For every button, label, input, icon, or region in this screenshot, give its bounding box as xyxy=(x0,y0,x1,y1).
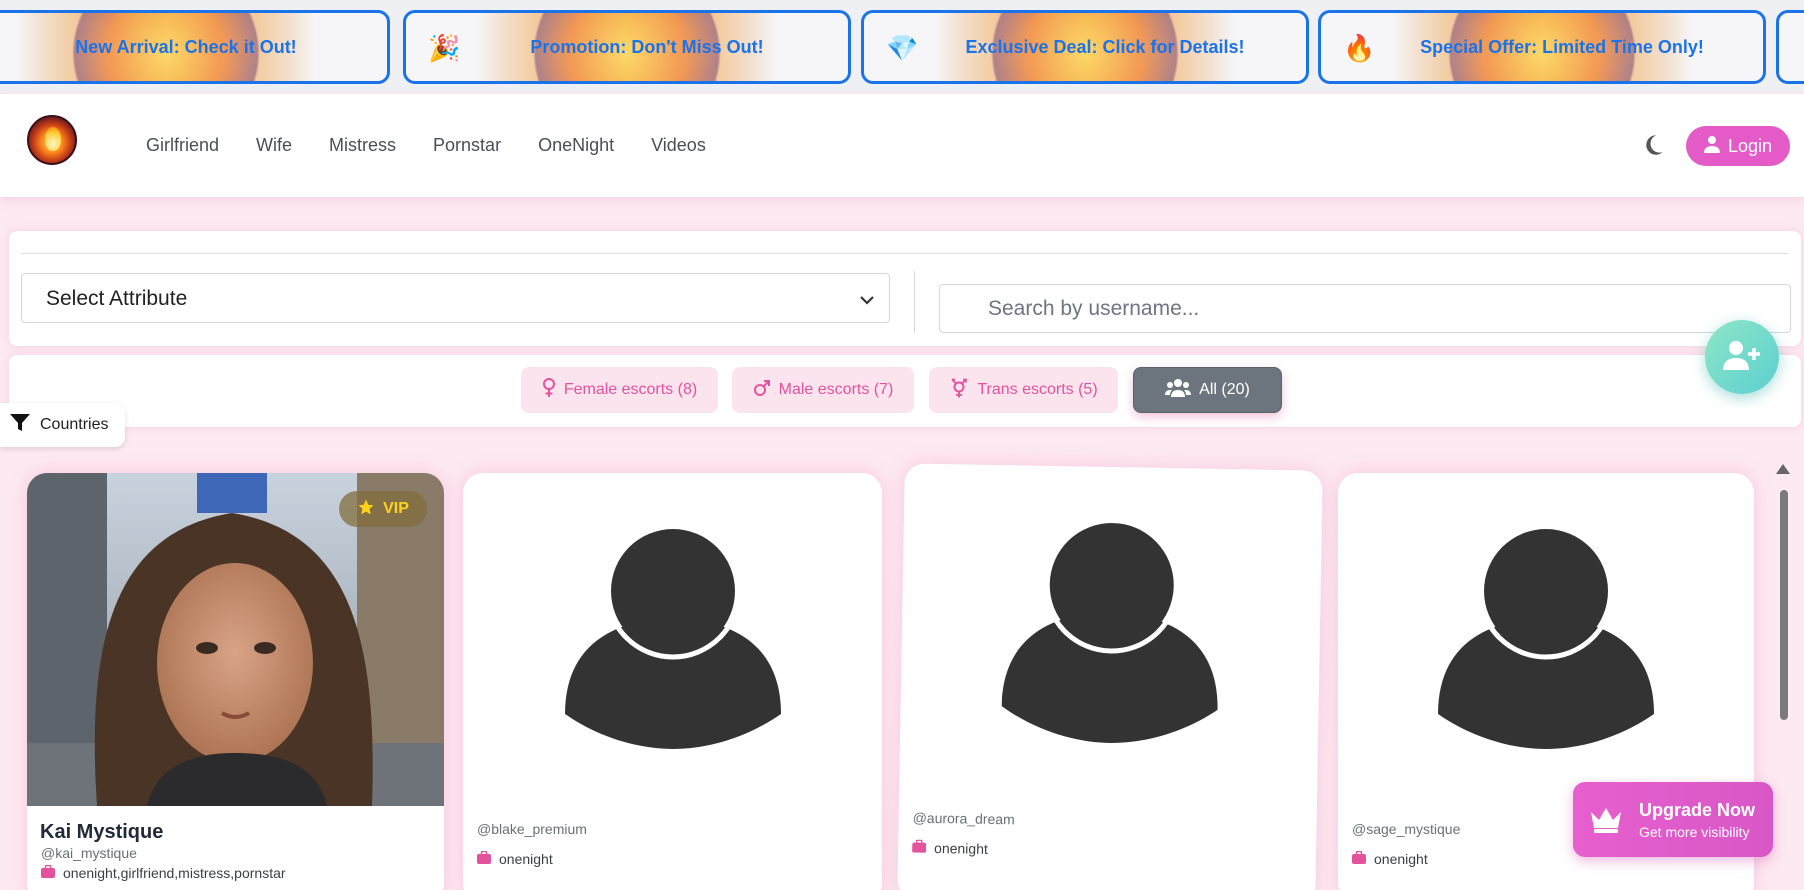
filter-icon xyxy=(10,413,30,437)
gender-tabs-panel: Female escorts (8) Male escorts (7) Tran… xyxy=(9,355,1801,427)
login-button[interactable]: Login xyxy=(1686,126,1790,166)
nav-link-mistress[interactable]: Mistress xyxy=(329,135,396,156)
promo-card[interactable]: 🔥 Special Offer: Limited Time Only! xyxy=(1318,10,1766,84)
site-logo[interactable] xyxy=(27,115,77,165)
briefcase-icon xyxy=(477,850,491,867)
tags-text: onenight xyxy=(499,851,553,867)
main-navbar: Girlfriend Wife Mistress Pornstar OneNig… xyxy=(0,94,1804,197)
promo-text: Exclusive Deal: Click for Details! xyxy=(965,37,1245,57)
avatar-placeholder-icon xyxy=(1438,522,1654,754)
profile-handle: @kai_mystique xyxy=(41,845,137,861)
attribute-select[interactable]: Select Attribute xyxy=(21,273,890,323)
nav-link-videos[interactable]: Videos xyxy=(651,135,706,156)
divider xyxy=(914,271,915,333)
moon-icon[interactable] xyxy=(1640,132,1666,158)
crown-icon xyxy=(1589,804,1623,834)
briefcase-icon xyxy=(41,864,55,881)
promo-text: New Arrival: Check it Out! xyxy=(75,37,297,57)
nav-link-girlfriend[interactable]: Girlfriend xyxy=(146,135,219,156)
promo-text: Special Offer: Limited Time Only! xyxy=(1420,37,1704,57)
male-icon xyxy=(753,379,771,402)
scrollbar-thumb[interactable] xyxy=(1780,490,1788,720)
promo-text: Promotion: Don't Miss Out! xyxy=(530,37,764,57)
upgrade-button[interactable]: Upgrade Now Get more visibility xyxy=(1573,782,1773,857)
tags-text: onenight xyxy=(1374,851,1428,867)
tab-male-escorts[interactable]: Male escorts (7) xyxy=(732,367,914,413)
profile-tags: onenight,girlfriend,mistress,pornstar xyxy=(41,864,286,881)
tab-female-escorts[interactable]: Female escorts (8) xyxy=(521,367,718,413)
tags-text: onenight xyxy=(933,839,988,857)
countries-filter-button[interactable]: Countries xyxy=(0,403,125,447)
female-icon xyxy=(542,377,556,403)
promo-card[interactable]: 🎉 Promotion: Don't Miss Out! xyxy=(403,10,851,84)
promo-banner-strip: New Arrival: Check it Out! 🎉 Promotion: … xyxy=(0,0,1804,92)
filter-panel: Select Attribute xyxy=(9,231,1801,346)
upgrade-subtitle: Get more visibility xyxy=(1639,824,1750,840)
promo-card[interactable]: New Arrival: Check it Out! xyxy=(0,10,390,84)
search-input[interactable] xyxy=(939,284,1791,333)
tab-all[interactable]: All (20) xyxy=(1133,367,1282,413)
promo-card[interactable]: 💎 Exclusive Deal: Click for Details! xyxy=(861,10,1309,84)
tab-label: Trans escorts (5) xyxy=(977,381,1098,398)
profile-card[interactable]: VIP Kai Mystique @kai_mystique onenight,… xyxy=(27,473,444,890)
users-icon xyxy=(1165,378,1192,403)
login-label: Login xyxy=(1727,135,1773,156)
scroll-up-arrow-icon[interactable] xyxy=(1776,464,1790,474)
profile-handle: @aurora_dream xyxy=(912,809,1015,828)
tab-label: All (20) xyxy=(1199,381,1250,398)
nav-link-onenight[interactable]: OneNight xyxy=(538,135,614,156)
upgrade-title: Upgrade Now xyxy=(1639,800,1756,820)
profile-name: Kai Mystique xyxy=(40,821,164,843)
attribute-select-value: Select Attribute xyxy=(46,287,188,310)
briefcase-icon xyxy=(912,839,927,856)
vip-label: VIP xyxy=(383,500,409,517)
nav-link-pornstar[interactable]: Pornstar xyxy=(433,135,501,156)
profile-handle: @sage_mystique xyxy=(1352,821,1461,837)
divider xyxy=(21,253,1789,254)
profile-card[interactable]: @blake_premium onenight xyxy=(463,473,882,890)
avatar-placeholder-icon xyxy=(565,522,781,754)
tab-trans-escorts[interactable]: Trans escorts (5) xyxy=(929,367,1118,413)
nav-link-wife[interactable]: Wife xyxy=(256,135,292,156)
tab-label: Male escorts (7) xyxy=(778,381,894,398)
countries-label: Countries xyxy=(40,416,109,433)
profile-handle: @blake_premium xyxy=(477,821,587,837)
promo-card[interactable] xyxy=(1776,10,1804,84)
profile-tags: onenight xyxy=(477,850,553,867)
user-icon xyxy=(1703,135,1720,158)
briefcase-icon xyxy=(1352,850,1366,867)
user-plus-icon xyxy=(1723,340,1761,375)
avatar-placeholder-icon xyxy=(1001,516,1221,750)
tab-label: Female escorts (8) xyxy=(563,381,698,398)
nav-links: Girlfriend Wife Mistress Pornstar OneNig… xyxy=(146,135,706,156)
chevron-down-icon xyxy=(859,290,875,306)
tags-text: onenight,girlfriend,mistress,pornstar xyxy=(63,865,286,881)
star-icon xyxy=(357,498,375,521)
profile-tags: onenight xyxy=(1352,850,1428,867)
profile-tags: onenight xyxy=(912,839,988,857)
scrollbar[interactable] xyxy=(1776,460,1790,890)
profile-card[interactable]: @aurora_dream onenight xyxy=(897,463,1323,890)
add-user-button[interactable] xyxy=(1705,320,1779,394)
vip-badge: VIP xyxy=(339,491,427,527)
transgender-icon xyxy=(949,378,969,403)
